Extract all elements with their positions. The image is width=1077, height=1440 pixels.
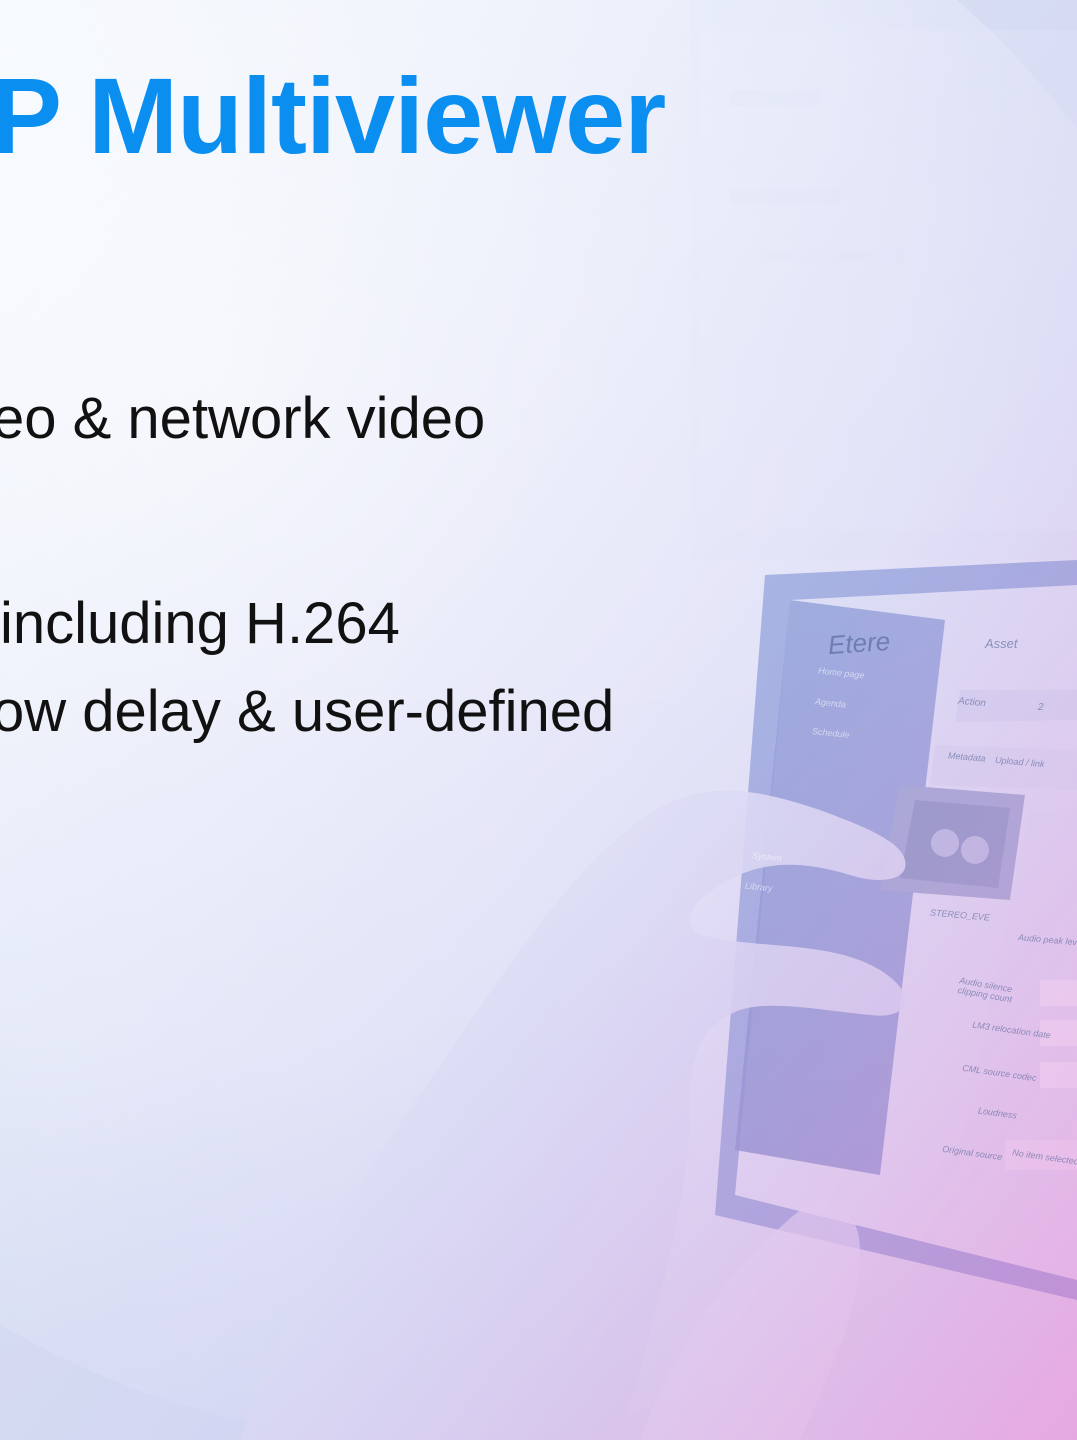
tablet-brand: Etere [826,625,892,661]
bullet-low-delay: ow delay & user-defined [0,679,615,744]
tablet-toolbar-action: Action [957,695,987,710]
bullet-h264: including H.264 [0,591,400,656]
slide-title: P Multiviewer [0,55,666,176]
tablet-header: Asset [985,636,1018,651]
bullet-network-video: eo & network video [0,386,486,451]
tablet-toolbar-value: 2 [1038,702,1044,713]
